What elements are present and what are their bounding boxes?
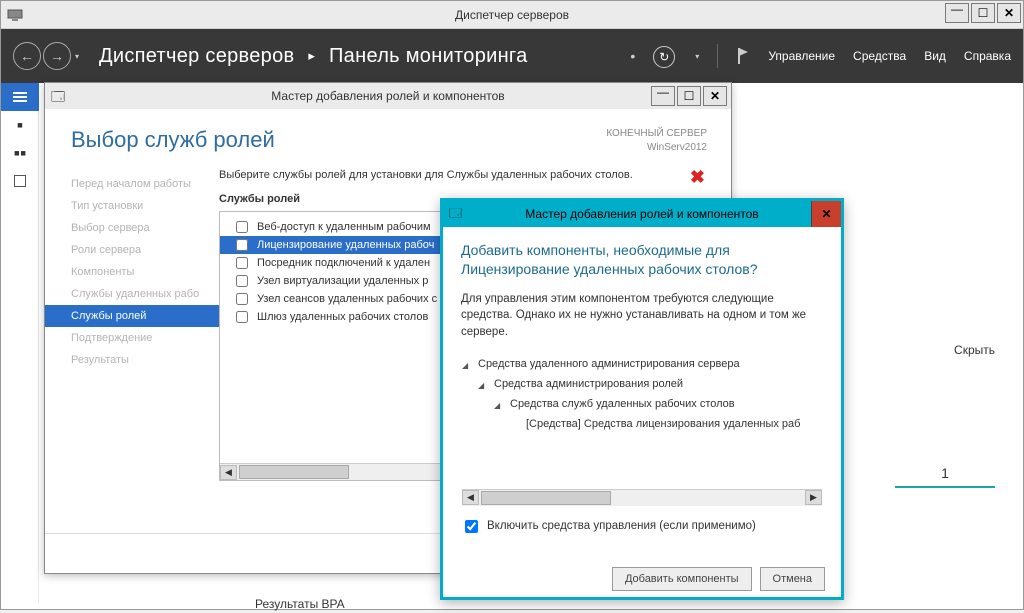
close-button[interactable]: ✕ xyxy=(997,3,1021,23)
scroll-left-icon[interactable]: ◀ xyxy=(462,490,479,505)
add-features-dialog: 🗔 Мастер добавления ролей и компонентов … xyxy=(440,198,844,600)
tree-node[interactable]: Средства служб удаленных рабочих столов … xyxy=(494,394,822,434)
role-checkbox[interactable] xyxy=(236,275,248,287)
bottom-panel-labels: Производительность Результаты BPA xyxy=(255,577,371,613)
nav-dashboard[interactable] xyxy=(1,83,39,111)
role-checkbox[interactable] xyxy=(236,311,248,323)
wizard-header: Выбор служб ролей КОНЕЧНЫЙ СЕРВЕР WinSer… xyxy=(45,109,731,165)
navigation-bar: ← → ▾ Диспетчер серверов ▸ Панель монито… xyxy=(1,29,1023,83)
dialog-footer: Добавить компоненты Отмена xyxy=(443,563,841,595)
left-navigation-strip: ▪ ▪▪ xyxy=(1,83,39,603)
wizard-close-button[interactable]: ✕ xyxy=(703,86,727,106)
breadcrumb-separator-icon: ▸ xyxy=(308,48,315,63)
include-mgmt-tools-checkbox[interactable]: Включить средства управления (если приме… xyxy=(461,517,823,536)
menu-manage[interactable]: Управление xyxy=(768,49,835,63)
back-button[interactable]: ← xyxy=(13,42,41,70)
tile-underline xyxy=(895,486,995,488)
step-install-type[interactable]: Тип установки xyxy=(45,195,219,217)
tree-node[interactable]: Средства удаленного администрирования се… xyxy=(462,354,822,434)
wizard-heading: Выбор служб ролей xyxy=(71,127,606,153)
refresh-button[interactable]: ↻ xyxy=(653,46,675,68)
notifications-icon[interactable] xyxy=(736,48,750,64)
step-results[interactable]: Результаты xyxy=(45,349,219,371)
breadcrumb-root: Диспетчер серверов xyxy=(99,45,294,67)
menu-help[interactable]: Справка xyxy=(964,49,1011,63)
step-role-services[interactable]: Службы ролей xyxy=(45,305,219,327)
bpa-label: Результаты BPA xyxy=(255,595,371,613)
step-server-selection[interactable]: Выбор сервера xyxy=(45,217,219,239)
nav-role[interactable] xyxy=(1,167,39,195)
role-checkbox[interactable] xyxy=(236,293,248,305)
dialog-close-button[interactable]: ✕ xyxy=(811,201,841,227)
dialog-title: Мастер добавления ролей и компонентов xyxy=(525,207,758,221)
role-checkbox[interactable] xyxy=(236,221,248,233)
tile-number[interactable]: 1 xyxy=(927,461,963,485)
breadcrumb[interactable]: Диспетчер серверов ▸ Панель мониторинга xyxy=(99,45,528,68)
wizard-steps-nav: Перед началом работы Тип установки Выбор… xyxy=(45,165,219,573)
include-checkbox[interactable] xyxy=(465,520,478,533)
app-icon xyxy=(7,7,23,23)
wizard-title: Мастер добавления ролей и компонентов xyxy=(271,89,504,103)
wizard-minimize-button[interactable]: — xyxy=(651,86,675,106)
step-server-roles[interactable]: Роли сервера xyxy=(45,239,219,261)
validation-error-icon: ✖ xyxy=(690,167,705,188)
dialog-text: Для управления этим компонентом требуютс… xyxy=(461,291,823,341)
dialog-heading: Добавить компоненты, необходимые для Лиц… xyxy=(461,241,823,279)
step-confirmation[interactable]: Подтверждение xyxy=(45,327,219,349)
nav-all-servers[interactable]: ▪▪ xyxy=(1,139,39,167)
minimize-button[interactable]: — xyxy=(945,3,969,23)
forward-button[interactable]: → xyxy=(43,42,71,70)
menu-tools[interactable]: Средства xyxy=(853,49,906,63)
wizard-icon: 🗔 xyxy=(51,88,65,110)
add-features-button[interactable]: Добавить компоненты xyxy=(612,567,752,591)
breadcrumb-page: Панель мониторинга xyxy=(329,45,528,67)
wizard-prompt: Выберите службы ролей для установки для … xyxy=(219,169,719,181)
main-title-bar[interactable]: Диспетчер серверов — ☐ ✕ xyxy=(1,1,1023,29)
include-label: Включить средства управления (если приме… xyxy=(487,520,756,532)
scroll-right-icon[interactable]: ▶ xyxy=(805,490,822,505)
wizard-title-bar[interactable]: 🗔 Мастер добавления ролей и компонентов … xyxy=(45,83,731,109)
step-before-begin[interactable]: Перед началом работы xyxy=(45,173,219,195)
role-checkbox[interactable] xyxy=(236,239,248,251)
step-features[interactable]: Компоненты xyxy=(45,261,219,283)
destination-server: WinServ2012 xyxy=(606,141,707,155)
step-rds[interactable]: Службы удаленных рабо xyxy=(45,283,219,305)
destination-label: КОНЕЧНЫЙ СЕРВЕР xyxy=(606,127,707,141)
main-window-title: Диспетчер серверов xyxy=(455,8,569,22)
menu-view[interactable]: Вид xyxy=(924,49,946,63)
history-dropdown-icon[interactable]: ▾ xyxy=(75,52,79,61)
dialog-body: Добавить компоненты, необходимые для Лиц… xyxy=(443,227,841,563)
maximize-button[interactable]: ☐ xyxy=(971,3,995,23)
scroll-left-icon[interactable]: ◀ xyxy=(220,465,237,480)
dialog-title-bar[interactable]: 🗔 Мастер добавления ролей и компонентов … xyxy=(443,201,841,227)
tree-leaf[interactable]: [Средства] Средства лицензирования удале… xyxy=(510,414,822,434)
cancel-button[interactable]: Отмена xyxy=(760,567,825,591)
scroll-thumb[interactable] xyxy=(239,465,349,479)
horizontal-scrollbar[interactable]: ◀ ▶ xyxy=(462,489,822,506)
wizard-maximize-button[interactable]: ☐ xyxy=(677,86,701,106)
features-tree[interactable]: Средства удаленного администрирования се… xyxy=(461,353,823,507)
nav-local-server[interactable]: ▪ xyxy=(1,111,39,139)
tree-node[interactable]: Средства администрирования ролей Средств… xyxy=(478,374,822,434)
role-checkbox[interactable] xyxy=(236,257,248,269)
hide-link[interactable]: Скрыть xyxy=(954,343,995,357)
scroll-thumb[interactable] xyxy=(481,491,611,505)
dialog-icon: 🗔 xyxy=(449,204,462,225)
